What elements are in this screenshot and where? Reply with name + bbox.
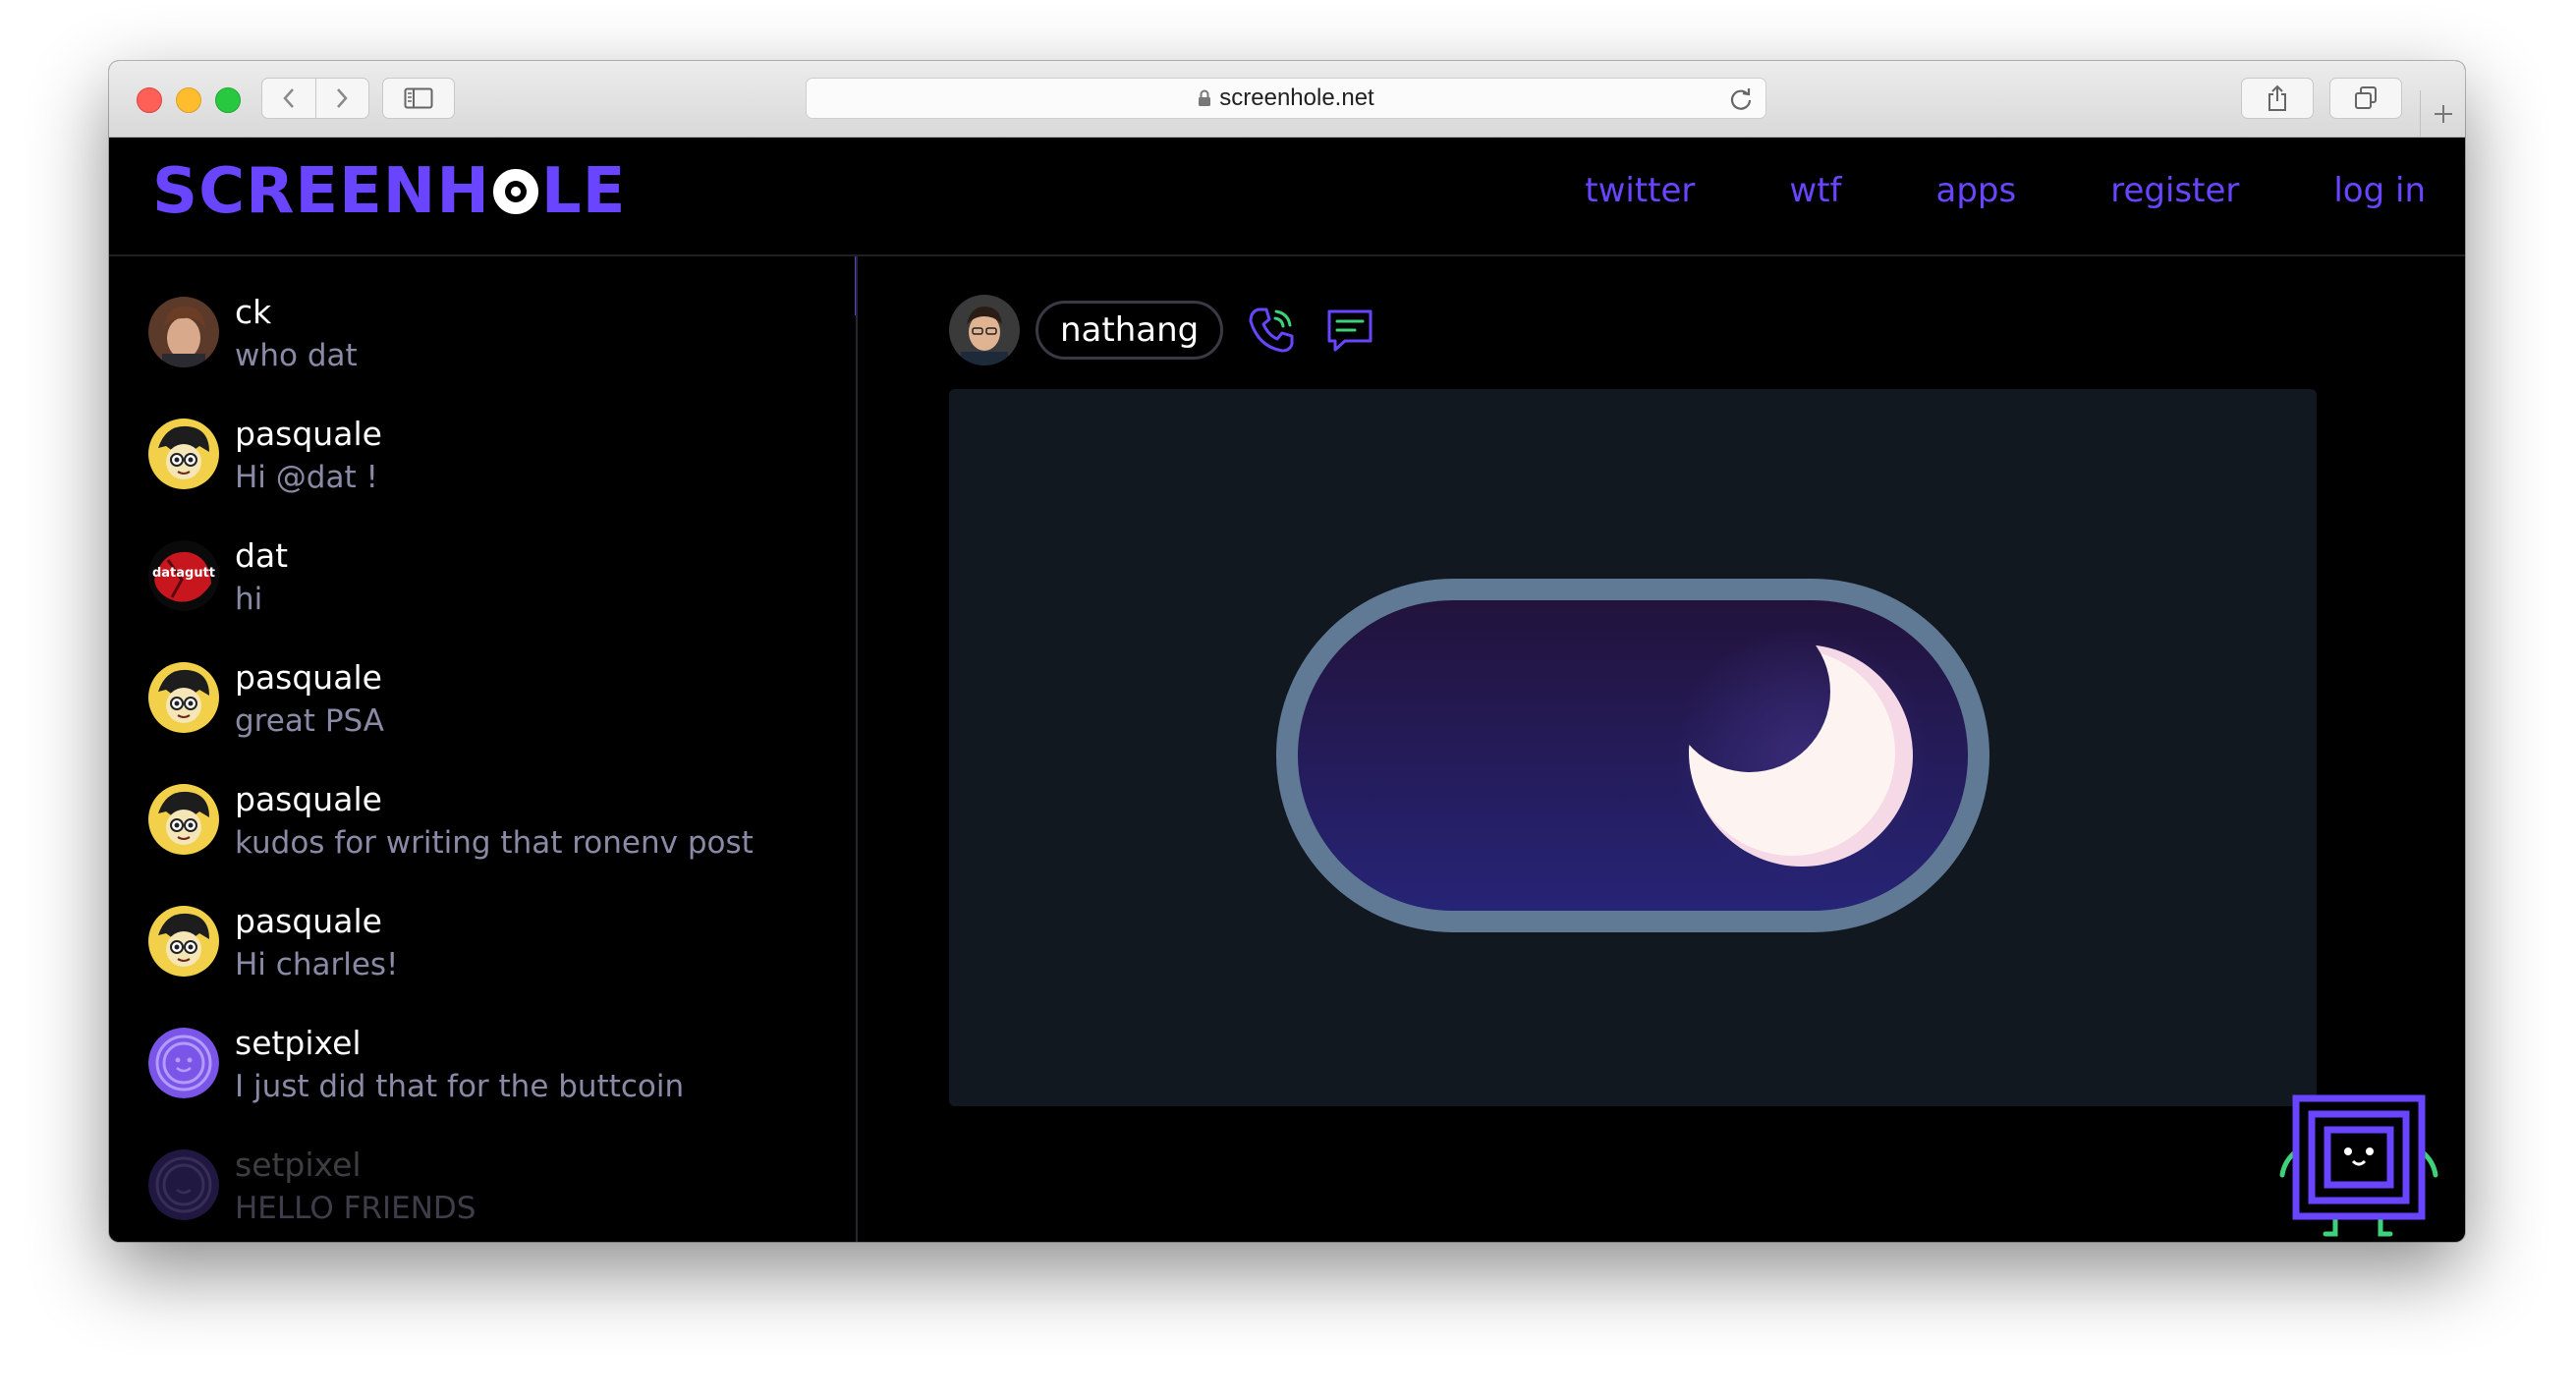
avatar[interactable]: [148, 662, 219, 733]
nav-wtf[interactable]: wtf: [1789, 171, 1841, 210]
feed-item[interactable]: ck who dat: [148, 292, 836, 410]
author-avatar[interactable]: [949, 295, 1020, 365]
call-button[interactable]: [1241, 300, 1302, 361]
avatar[interactable]: [148, 1149, 219, 1220]
nav-twitter[interactable]: twitter: [1585, 171, 1695, 210]
chat-icon: [1327, 309, 1372, 352]
minimize-window-button[interactable]: [176, 87, 201, 113]
logo-o-icon: [492, 169, 538, 214]
feed-message: kudos for writing that ronenv post: [235, 825, 754, 861]
feed-message: hi: [235, 582, 263, 617]
feed-item[interactable]: datagutt dat hi: [148, 535, 836, 653]
dark-mode-toggle-illustration: [1276, 579, 1989, 932]
browser-toolbar: screenhole.net: [109, 61, 2465, 138]
browser-window: screenhole.net SCREENH LE twitter wtf app…: [109, 61, 2465, 1242]
phone-icon: [1249, 308, 1294, 353]
feed-message: great PSA: [235, 703, 384, 739]
feed-message: I just did that for the buttcoin: [235, 1069, 685, 1104]
feed-username[interactable]: dat: [235, 535, 288, 577]
nav-register[interactable]: register: [2110, 171, 2239, 210]
share-icon: [2268, 84, 2286, 111]
feed-username[interactable]: setpixel: [235, 1023, 684, 1064]
top-nav: twitter wtf apps register log in: [1490, 171, 2426, 210]
back-button[interactable]: [262, 79, 315, 118]
logo-text-start: SCREENH: [152, 155, 490, 228]
url-text: screenhole.net: [1219, 84, 1374, 111]
feed-username[interactable]: pasquale: [235, 779, 754, 820]
feed-item[interactable]: pasquale great PSA: [148, 657, 836, 775]
forward-icon: [337, 88, 348, 108]
feed-username[interactable]: setpixel: [235, 1145, 476, 1186]
chat-button[interactable]: [1319, 300, 1380, 361]
close-window-button[interactable]: [137, 87, 162, 113]
feed-message: who dat: [235, 338, 358, 373]
lock-icon: [1199, 89, 1211, 106]
post-image[interactable]: [949, 389, 2317, 1106]
zoom-window-button[interactable]: [215, 87, 241, 113]
feed-username[interactable]: ck: [235, 292, 358, 333]
avatar[interactable]: [148, 906, 219, 977]
address-bar[interactable]: screenhole.net: [806, 78, 1766, 119]
avatar-text: datagutt: [151, 566, 216, 581]
activity-feed: ck who dat pasquale Hi @dat ! datagutt d…: [109, 256, 858, 1242]
history-nav: [261, 78, 369, 119]
feed-username[interactable]: pasquale: [235, 414, 382, 455]
avatar[interactable]: [148, 784, 219, 855]
new-tab-icon: [2435, 104, 2452, 123]
avatar[interactable]: [148, 419, 219, 489]
author-username[interactable]: nathang: [1036, 301, 1224, 360]
sidebar-button[interactable]: [382, 78, 455, 119]
logo-text-end: LE: [540, 155, 627, 228]
forward-button[interactable]: [314, 79, 369, 118]
avatar[interactable]: [148, 1028, 219, 1098]
feed-message: Hi charles!: [235, 947, 399, 982]
feed-item[interactable]: pasquale kudos for writing that ronenv p…: [148, 779, 836, 897]
feed-username[interactable]: pasquale: [235, 901, 398, 942]
site-header: SCREENH LE twitter wtf apps register log …: [109, 138, 2465, 256]
site-logo[interactable]: SCREENH LE: [152, 155, 627, 228]
post-header: nathang: [949, 295, 1380, 365]
nav-log-in[interactable]: log in: [2333, 171, 2426, 210]
feed-message: Hi @dat !: [235, 460, 378, 495]
share-button[interactable]: [2241, 78, 2314, 119]
feed-item[interactable]: pasquale Hi @dat !: [148, 414, 836, 532]
back-icon: [283, 88, 294, 108]
feed-item[interactable]: setpixel I just did that for the buttcoi…: [148, 1023, 836, 1141]
avatar[interactable]: datagutt: [148, 540, 219, 611]
feed-item[interactable]: setpixel HELLO FRIENDS: [148, 1145, 836, 1242]
tabs-icon: [2355, 86, 2377, 109]
new-tab-button[interactable]: [2420, 90, 2465, 137]
feed-message: HELLO FRIENDS: [235, 1191, 476, 1226]
nav-apps[interactable]: apps: [1936, 171, 2017, 210]
tabs-overview-button[interactable]: [2329, 78, 2402, 119]
feed-item[interactable]: pasquale Hi charles!: [148, 901, 836, 1019]
screenhole-mascot-icon[interactable]: [2274, 1091, 2441, 1242]
sidebar-icon: [404, 87, 433, 109]
feed-username[interactable]: pasquale: [235, 657, 384, 699]
avatar[interactable]: [148, 297, 219, 367]
reload-icon[interactable]: [1728, 86, 1754, 112]
